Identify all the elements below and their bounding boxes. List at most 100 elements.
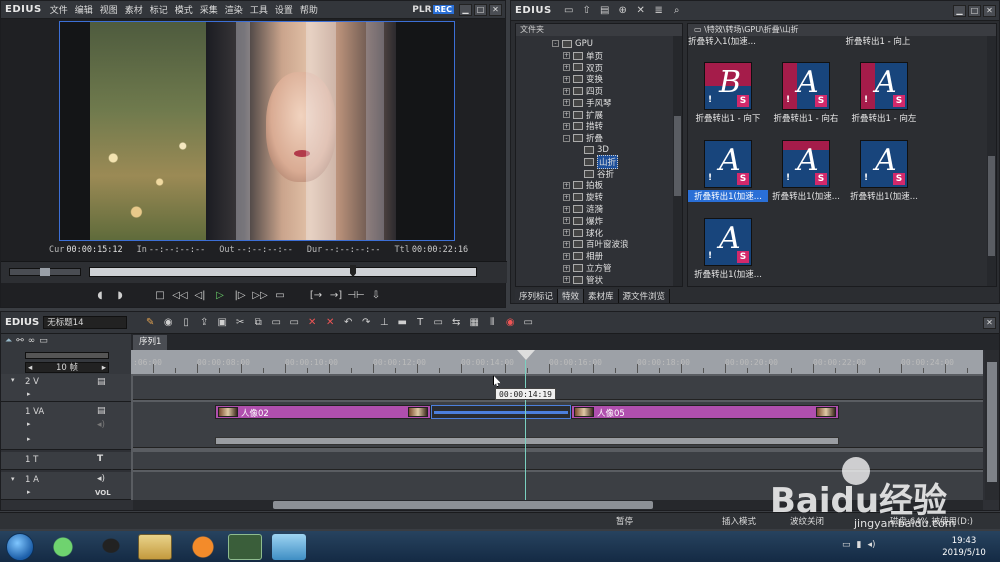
menu-mode[interactable]: 模式 [175,3,193,16]
status-insert-mode[interactable]: 插入模式 [722,515,756,527]
ripple-delete-icon[interactable]: ✕ [321,315,339,331]
tree-item[interactable]: + 旋转 [516,191,682,203]
layout-icon[interactable]: ▭ [519,315,537,331]
track-video-icon[interactable]: ▤ [97,406,106,416]
expand-icon[interactable]: + [563,99,570,107]
track-collapse-icon[interactable]: ▾ [11,475,15,483]
track-tool-icon[interactable]: ⏶ [5,336,12,346]
track-head-v2[interactable]: ▾ 2 V ▤ ▸ [1,374,131,402]
add-icon[interactable]: ⊕ [614,3,632,19]
track-video-icon[interactable]: ▤ [97,377,106,387]
expand-icon[interactable]: + [563,252,570,260]
overwrite-to-timeline-icon[interactable]: →] [327,288,345,304]
app-explorer-icon[interactable] [138,534,172,560]
grid-icon[interactable]: ▦ [465,315,483,331]
collapse-icon[interactable]: - [563,134,570,142]
tree-item[interactable]: - 折叠 [516,132,682,144]
track-row-a1[interactable] [133,472,983,500]
status-ripple[interactable]: 波纹关闭 [790,515,824,527]
menu-tools[interactable]: 工具 [250,3,268,16]
tree-item[interactable]: + 百叶窗波浪 [516,239,682,250]
expand-icon[interactable]: + [563,193,570,201]
menu-clip[interactable]: 素材 [125,3,143,16]
step-back-icon[interactable]: ◁| [191,288,209,304]
expand-icon[interactable]: + [563,205,570,213]
shuttle-knob[interactable] [40,268,50,276]
cut-icon[interactable]: ✂ [231,315,249,331]
copy-icon[interactable]: ⧉ [249,315,267,331]
menu-marker[interactable]: 标记 [150,3,168,16]
effect-thumbnail[interactable]: A S! [704,140,752,188]
effect-thumbnail[interactable]: B S! [704,62,752,110]
loop-icon[interactable]: ▭ [271,288,289,304]
transition-clip[interactable] [431,405,571,419]
expand-icon[interactable]: + [563,87,570,95]
tree-item[interactable]: + 球化 [516,227,682,239]
library-maximize-button[interactable]: □ [968,4,981,17]
shuttle-slider[interactable] [9,268,81,276]
effect-thumbnail[interactable]: A S! [782,140,830,188]
tab-bin[interactable]: 素材库 [584,289,619,303]
split-icon[interactable]: ⊥ [375,315,393,331]
timeline-close-button[interactable]: ✕ [983,316,996,329]
track-row-v2[interactable] [133,376,983,400]
effect-thumbnail[interactable]: A S! [860,62,908,110]
plr-toggle[interactable]: PLR [412,5,431,15]
menu-file[interactable]: 文件 [50,3,68,16]
expand-icon[interactable]: + [563,229,570,237]
expand-icon[interactable]: + [563,111,570,119]
app-edius-icon[interactable] [228,534,262,560]
expand-icon[interactable]: + [563,276,570,284]
content-scroll-thumb[interactable] [988,156,995,256]
tree-item[interactable]: - GPU [516,38,682,50]
fast-forward-icon[interactable]: ▷▷ [251,288,269,304]
open-project-icon[interactable]: ⇪ [195,315,213,331]
app-generic-icon[interactable] [272,534,306,560]
track-expand-icon[interactable]: ▸ [27,420,31,428]
stop-icon[interactable]: □ [151,288,169,304]
start-button[interactable] [6,533,34,561]
position-marker[interactable] [350,265,356,277]
app-qq-icon[interactable] [94,534,128,560]
step-forward-icon[interactable]: |▷ [231,288,249,304]
effect-thumbnail[interactable]: A S! [782,62,830,110]
effect-thumbnail[interactable]: A S! [704,218,752,266]
collapse-icon[interactable]: - [552,40,559,48]
timeline-ruler[interactable]: :06:00 00:00:08:00 00:00:10:00 00:00:12:00 0… [131,350,983,374]
expand-icon[interactable]: + [563,63,570,71]
keyboard-icon[interactable]: ▭ [842,540,851,550]
expand-icon[interactable]: + [563,122,570,130]
track-row-t1[interactable] [133,452,983,470]
audio-mixer-icon[interactable]: ⫴ [483,315,501,331]
track-expand-icon[interactable]: ▸ [27,488,31,496]
folder-icon[interactable]: ▭ [560,3,578,19]
timeline-clip[interactable]: 人像02 [215,405,431,419]
track-title-icon[interactable]: T [97,454,103,464]
track-collapse-icon[interactable]: ▾ [11,376,15,384]
view-icon[interactable]: ▤ [596,3,614,19]
properties-icon[interactable]: ≣ [650,3,668,19]
timeline-hscrollbar[interactable] [133,500,983,510]
expand-icon[interactable]: + [563,181,570,189]
tree-item[interactable]: + 变换 [516,73,682,85]
rewind-icon[interactable]: ◁◁ [171,288,189,304]
zoom-slider[interactable] [25,352,109,359]
menu-view[interactable]: 视图 [100,3,118,16]
app-firefox-icon[interactable] [186,534,220,560]
expand-icon[interactable]: + [563,75,570,83]
track-head-t1[interactable]: 1 T T [1,452,131,470]
timeline-hscroll-thumb[interactable] [273,501,653,509]
tab-effects[interactable]: 特效 [558,289,585,303]
delete-clip-icon[interactable]: ✕ [303,315,321,331]
undo-icon[interactable]: ↶ [339,315,357,331]
menu-settings[interactable]: 设置 [275,3,293,16]
app-360-icon[interactable] [46,534,80,560]
snap-icon[interactable]: ▭ [39,336,48,346]
capture-icon[interactable]: ◉ [159,315,177,331]
new-project-icon[interactable]: ▯ [177,315,195,331]
tree-item[interactable]: + 涟漪 [516,203,682,215]
tree-item[interactable]: + 爆炸 [516,215,682,227]
group-icon[interactable]: ▬ [393,315,411,331]
track-expand-icon[interactable]: ▸ [27,435,31,443]
track-audio-icon[interactable]: ◂) [97,420,105,430]
